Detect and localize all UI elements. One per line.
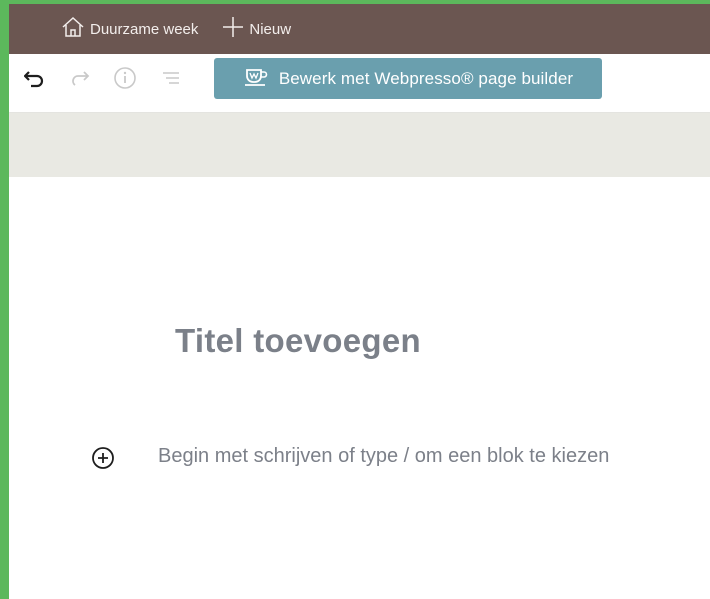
home-icon [61,16,90,42]
coffee-cup-icon [243,64,279,93]
admin-bar-site-link[interactable]: Duurzame week [61,16,198,42]
admin-bar-new-link[interactable]: Nieuw [222,16,291,42]
admin-bar: Duurzame week Nieuw [9,4,710,54]
add-block-button[interactable] [91,446,115,475]
plus-circle-icon [91,446,115,475]
webpresso-button-label: Bewerk met Webpresso® page builder [278,68,574,88]
undo-button[interactable] [22,67,48,93]
admin-bar-new-label: Nieuw [249,20,292,38]
webpresso-page-builder-button[interactable]: Bewerk met Webpresso® page builder [214,58,602,99]
undo-icon [23,68,46,93]
paragraph-placeholder[interactable]: Begin met schrijven of type / om een blo… [158,445,609,468]
details-button[interactable] [112,66,138,95]
header-band [9,113,710,177]
list-view-button[interactable] [158,67,184,93]
admin-bar-site-label: Duurzame week [90,20,199,38]
editor-window: Duurzame week Nieuw Bewerk met Webpresso… [9,4,710,599]
redo-button[interactable] [67,67,93,93]
list-view-icon [160,68,182,93]
post-title-placeholder[interactable]: Titel toevoegen [175,322,421,360]
plus-icon [222,16,249,42]
info-icon [113,66,137,95]
redo-icon [69,68,91,93]
editor-toolbar: Bewerk met Webpresso® page builder [9,54,710,113]
